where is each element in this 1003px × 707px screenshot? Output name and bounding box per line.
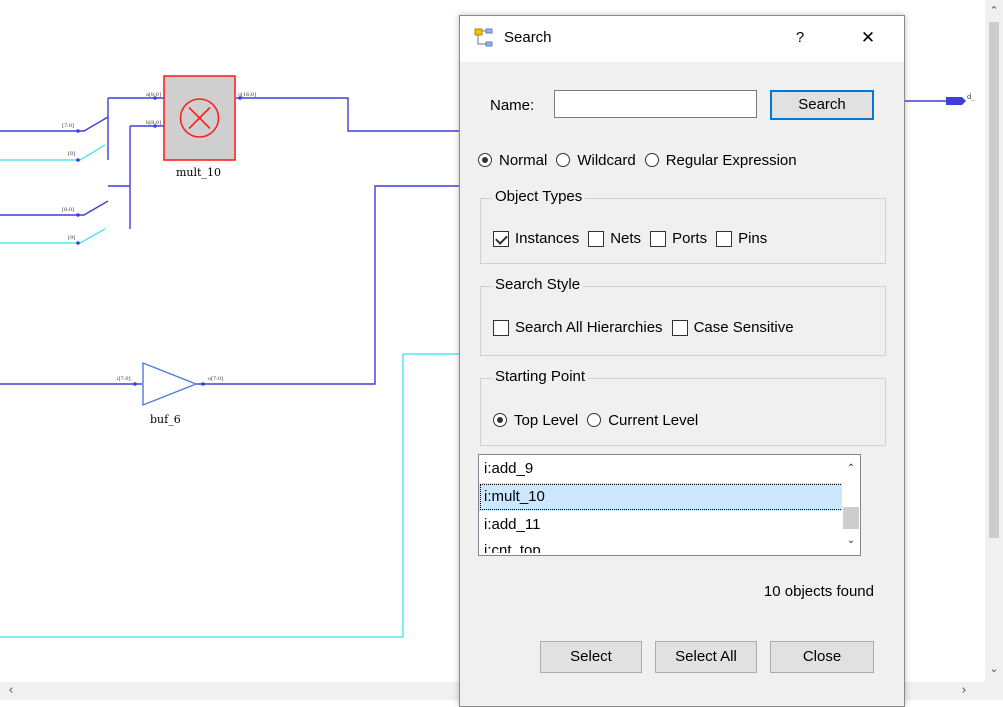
instances-checkbox[interactable]: Instances bbox=[493, 230, 579, 247]
dialog-titlebar[interactable]: Search ? ✕ bbox=[460, 16, 904, 62]
checkbox-label: Instances bbox=[515, 230, 580, 247]
output-port[interactable]: d_ bbox=[946, 93, 975, 105]
check-box bbox=[650, 230, 667, 247]
mode-normal-radio[interactable]: Normal bbox=[478, 152, 547, 169]
ports-checkbox[interactable]: Ports bbox=[650, 230, 707, 247]
radio-label: Current Level bbox=[608, 411, 699, 429]
net-label: [9] bbox=[68, 235, 75, 241]
radio-dot bbox=[493, 413, 507, 427]
starting-point-group: Starting Point Top Level Current Level bbox=[480, 368, 886, 446]
match-mode-group: Normal Wildcard Regular Expression bbox=[478, 149, 806, 171]
select-all-button[interactable]: Select All bbox=[655, 641, 757, 673]
chevron-up-icon[interactable]: ⌃ bbox=[985, 2, 1003, 20]
check-mark bbox=[493, 230, 509, 247]
top-level-radio[interactable]: Top Level bbox=[493, 412, 578, 429]
checkbox-label: Nets bbox=[610, 230, 642, 247]
result-count: 10 objects found bbox=[763, 583, 874, 600]
pin-label: o[16:0] bbox=[238, 92, 256, 98]
radio-dot bbox=[587, 413, 602, 427]
chevron-down-icon[interactable]: ⌄ bbox=[842, 533, 860, 549]
name-label: Name: bbox=[490, 97, 535, 114]
search-dialog: Search ? ✕ Name: Search Normal Wildcard … bbox=[459, 15, 905, 707]
results-list[interactable]: i:add_9 i:mult_10 i:add_11 i:cnt_top ⌃ ⌄ bbox=[478, 454, 861, 556]
instance-label: mult_10 bbox=[176, 166, 221, 179]
cyan-nets bbox=[0, 144, 470, 638]
list-item[interactable]: i:cnt_top bbox=[479, 539, 860, 553]
group-title: Search Style bbox=[492, 276, 584, 293]
search-style-group: Search Style Search All Hierarchies Case… bbox=[480, 276, 886, 356]
list-item[interactable]: i:add_9 bbox=[479, 455, 860, 483]
chevron-right-icon[interactable]: › bbox=[955, 682, 973, 700]
chevron-down-icon[interactable]: ⌄ bbox=[985, 660, 1003, 678]
check-box bbox=[493, 319, 509, 336]
pin-label: a[8:0] bbox=[146, 92, 161, 98]
pins-checkbox[interactable]: Pins bbox=[716, 230, 767, 247]
check-box bbox=[671, 319, 688, 336]
mode-regex-radio[interactable]: Regular Expression bbox=[644, 151, 797, 169]
pin-label: b[8:0] bbox=[146, 120, 161, 126]
help-icon[interactable]: ? bbox=[788, 26, 812, 50]
check-box bbox=[588, 230, 605, 247]
search-button[interactable]: Search bbox=[770, 90, 874, 120]
buf-6-instance[interactable]: i[7:0] o[7:0] buf_6 bbox=[117, 361, 223, 426]
group-title: Object Types bbox=[492, 188, 586, 205]
scroll-thumb[interactable] bbox=[989, 22, 999, 538]
group-title: Starting Point bbox=[492, 368, 589, 385]
net-label: [8:0] bbox=[62, 207, 74, 213]
radio-label: Normal bbox=[499, 151, 548, 169]
search-all-hierarchies-checkbox[interactable]: Search All Hierarchies bbox=[493, 319, 663, 336]
radio-dot bbox=[644, 153, 659, 167]
name-input[interactable] bbox=[554, 90, 757, 118]
port-label: d_ bbox=[967, 93, 975, 101]
net-label: [8] bbox=[68, 151, 75, 157]
checkbox-label: Pins bbox=[738, 230, 768, 247]
checkbox-label: Case Sensitive bbox=[693, 319, 794, 336]
list-item-selected[interactable]: i:mult_10 bbox=[479, 483, 860, 511]
case-sensitive-checkbox[interactable]: Case Sensitive bbox=[671, 319, 794, 336]
chevron-up-icon[interactable]: ⌃ bbox=[842, 461, 860, 477]
list-scrollbar[interactable]: ⌃ ⌄ bbox=[842, 455, 860, 555]
checkbox-label: Ports bbox=[672, 230, 708, 247]
radio-label: Top Level bbox=[514, 411, 579, 429]
select-button[interactable]: Select bbox=[540, 641, 642, 673]
close-button[interactable]: Close bbox=[770, 641, 874, 673]
close-icon[interactable]: ✕ bbox=[856, 26, 880, 50]
radio-label: Wildcard bbox=[577, 151, 636, 169]
nets-checkbox[interactable]: Nets bbox=[588, 230, 641, 247]
current-level-radio[interactable]: Current Level bbox=[587, 412, 698, 429]
dialog-title: Search bbox=[504, 29, 552, 46]
search-tree-icon bbox=[474, 28, 493, 47]
mode-wildcard-radio[interactable]: Wildcard bbox=[556, 151, 636, 169]
radio-dot bbox=[556, 153, 571, 167]
check-box bbox=[716, 230, 733, 247]
scroll-corner bbox=[985, 682, 1003, 700]
chevron-left-icon[interactable]: ‹ bbox=[2, 682, 20, 700]
pin-label: i[7:0] bbox=[117, 376, 131, 382]
list-item[interactable]: i:add_11 bbox=[479, 511, 860, 539]
checkbox-label: Search All Hierarchies bbox=[515, 319, 663, 336]
radio-dot bbox=[478, 153, 492, 167]
vertical-scrollbar[interactable]: ⌃ ⌄ bbox=[985, 0, 1003, 682]
mult-10-instance[interactable]: a[8:0] b[8:0] o[16:0] mult_10 bbox=[146, 75, 256, 179]
instance-label: buf_6 bbox=[150, 413, 181, 426]
net-label: [7:0] bbox=[62, 123, 74, 129]
scroll-thumb[interactable] bbox=[843, 507, 859, 529]
object-types-group: Object Types Instances Nets Ports Pins bbox=[480, 188, 886, 264]
pin-label: o[7:0] bbox=[208, 376, 223, 382]
radio-label: Regular Expression bbox=[665, 151, 797, 169]
